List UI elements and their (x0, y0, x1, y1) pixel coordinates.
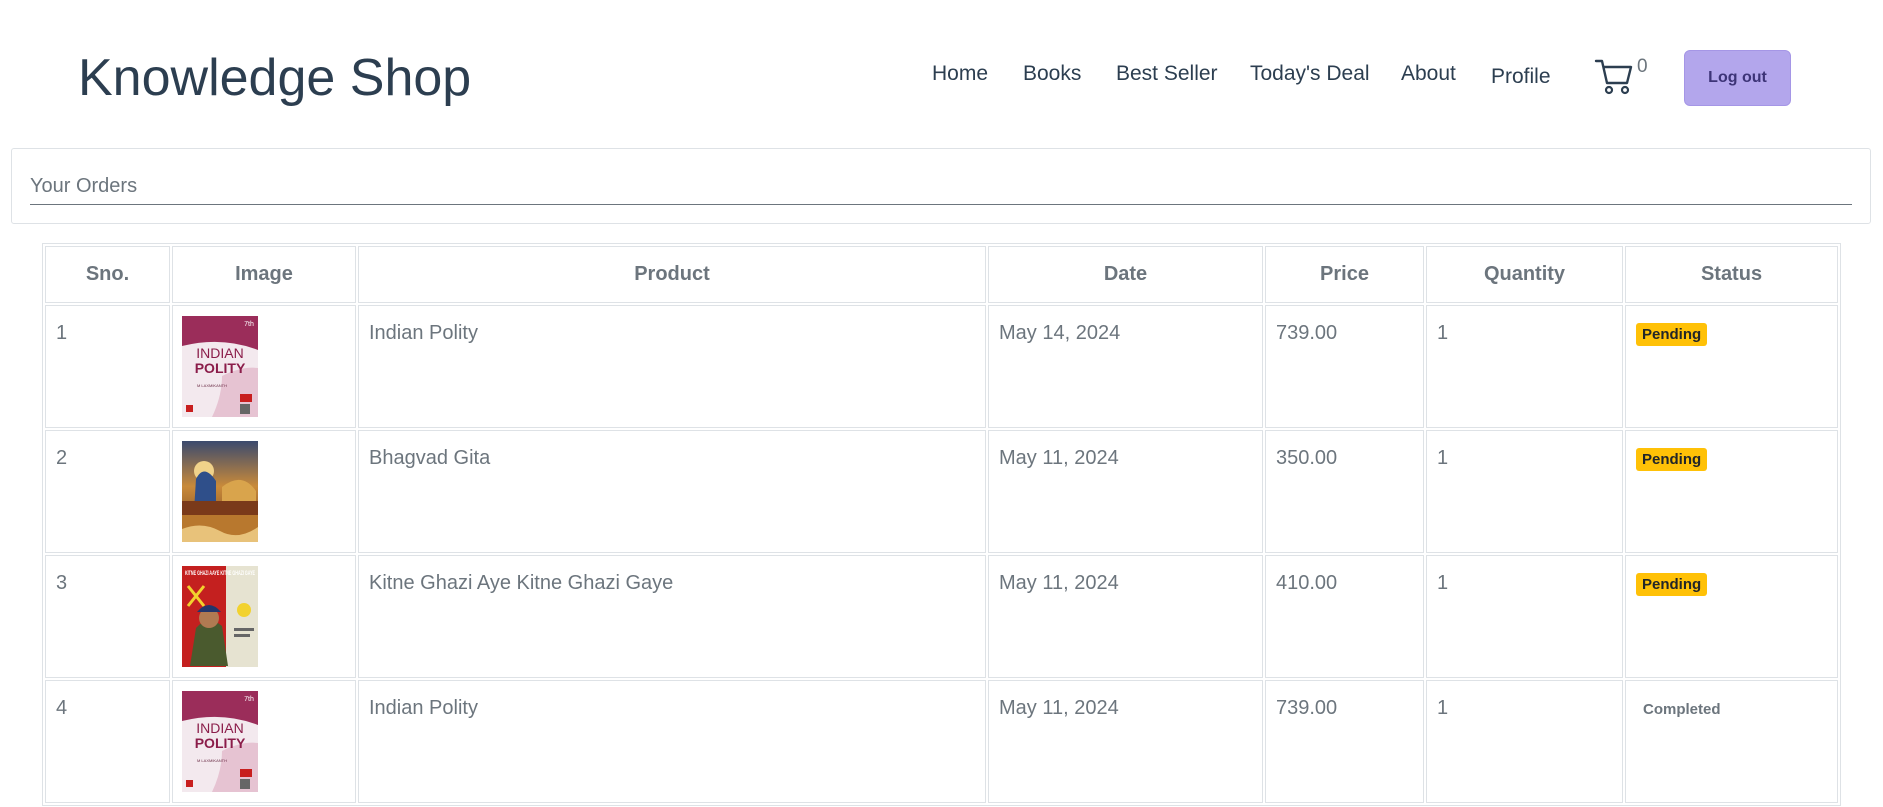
table-row: 1 7th INDIAN POLITY M LAXMIKANTH Indian … (45, 305, 1838, 428)
cell-date: May 11, 2024 (988, 680, 1263, 803)
orders-heading-card: Your Orders (11, 148, 1871, 224)
cover-title-2: POLITY (195, 360, 246, 376)
indian-polity-cover-image: 7th INDIAN POLITY M LAXMIKANTH (182, 316, 258, 417)
cover-author: M LAXMIKANTH (197, 383, 227, 388)
nav-todays-deal[interactable]: Today's Deal (1250, 62, 1370, 86)
status-badge: Completed (1643, 701, 1721, 718)
cell-product: Indian Polity (358, 680, 986, 803)
header-date: Date (988, 246, 1263, 303)
header-price: Price (1265, 246, 1424, 303)
nav-profile[interactable]: Profile (1491, 65, 1551, 89)
cell-date: May 11, 2024 (988, 430, 1263, 553)
brand-logo[interactable]: Knowledge Shop (78, 48, 471, 108)
cell-product: Indian Polity (358, 305, 986, 428)
cell-product: Kitne Ghazi Aye Kitne Ghazi Gaye (358, 555, 986, 678)
site-header: Knowledge Shop Home Books Best Seller To… (0, 0, 1883, 150)
indian-polity-cover-image: 7th INDIAN POLITY M LAXMIKANTH (182, 691, 258, 792)
cover-title-2: POLITY (195, 735, 246, 751)
logout-button[interactable]: Log out (1684, 50, 1791, 106)
cell-quantity: 1 (1426, 305, 1623, 428)
cell-quantity: 1 (1426, 680, 1623, 803)
cell-sno: 3 (45, 555, 170, 678)
cell-quantity: 1 (1426, 430, 1623, 553)
cell-date: May 14, 2024 (988, 305, 1263, 428)
cart-icon[interactable] (1594, 56, 1634, 96)
cover-author: M LAXMIKANTH (197, 758, 227, 763)
cell-price: 739.00 (1265, 305, 1424, 428)
table-row: 3 KITNE GHAZI AAYE KITNE GHAZI GAYE Kitn… (45, 555, 1838, 678)
header-sno: Sno. (45, 246, 170, 303)
status-badge: Pending (1636, 323, 1708, 346)
table-row: 4 7th INDIAN POLITY M LAXMIKANTH Indian … (45, 680, 1838, 803)
cell-sno: 4 (45, 680, 170, 803)
orders-heading: Your Orders (30, 175, 138, 197)
cell-price: 739.00 (1265, 680, 1424, 803)
cell-sno: 2 (45, 430, 170, 553)
cart-count: 0 (1637, 56, 1648, 77)
orders-divider (30, 204, 1852, 205)
cell-product: Bhagvad Gita (358, 430, 986, 553)
status-badge: Pending (1636, 448, 1708, 471)
cell-date: May 11, 2024 (988, 555, 1263, 678)
table-row: 2 Bhagvad Gita May 11, 2024 350.00 1 Pen… (45, 430, 1838, 553)
cover-title: KITNE GHAZI AAYE KITNE GHAZI GAYE (185, 571, 255, 577)
status-badge: Pending (1636, 573, 1708, 596)
cover-title-1: INDIAN (196, 720, 243, 736)
nav-books[interactable]: Books (1023, 62, 1081, 86)
kitne-ghazi-cover-image: KITNE GHAZI AAYE KITNE GHAZI GAYE (182, 566, 258, 667)
nav-about[interactable]: About (1401, 62, 1456, 86)
header-status: Status (1625, 246, 1838, 303)
nav-home[interactable]: Home (932, 62, 988, 86)
bhagvad-gita-cover-image (182, 441, 258, 542)
header-image: Image (172, 246, 356, 303)
cover-edition: 7th (244, 321, 254, 328)
header-product: Product (358, 246, 986, 303)
cell-sno: 1 (45, 305, 170, 428)
header-quantity: Quantity (1426, 246, 1623, 303)
cover-title-1: INDIAN (196, 345, 243, 361)
cell-price: 410.00 (1265, 555, 1424, 678)
orders-table: Sno. Image Product Date Price Quantity S… (42, 243, 1841, 806)
cell-price: 350.00 (1265, 430, 1424, 553)
nav-best-seller[interactable]: Best Seller (1116, 62, 1218, 86)
cover-edition: 7th (244, 696, 254, 703)
cell-quantity: 1 (1426, 555, 1623, 678)
table-header-row: Sno. Image Product Date Price Quantity S… (45, 246, 1838, 303)
